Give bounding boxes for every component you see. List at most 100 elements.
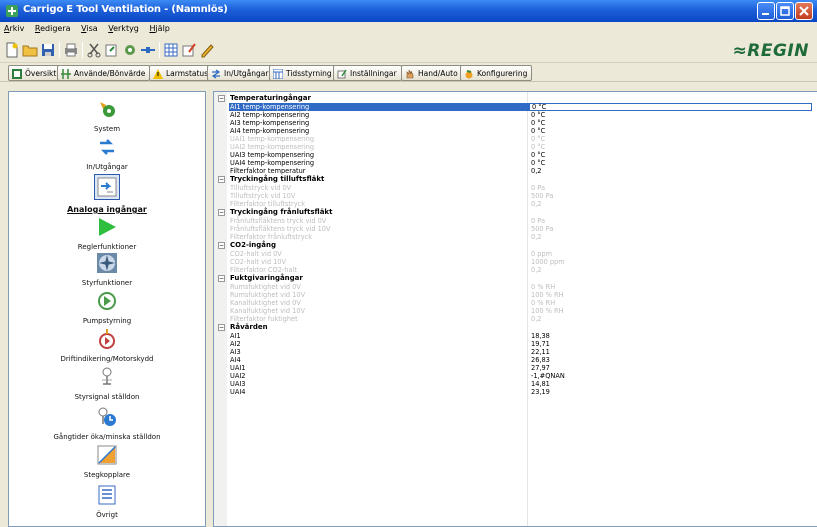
property-row[interactable]: AI1 18,38	[214, 332, 816, 340]
grid-view-icon[interactable]	[163, 42, 179, 58]
property-row[interactable]: Filterfaktor fuktighet 0,2	[214, 315, 816, 323]
property-row[interactable]: UAI3 14,81	[214, 380, 816, 388]
nav-driftindikering[interactable]: Driftindikering/Motorskydd	[9, 328, 205, 363]
property-value[interactable]: 26,83	[531, 356, 550, 364]
property-value[interactable]: 0 °C	[531, 127, 545, 135]
property-row[interactable]: UAI4 23,19	[214, 388, 816, 396]
property-value[interactable]: 0 °C	[531, 159, 545, 167]
property-row[interactable]: Frånluftsfläktens tryck vid 0V 0 Pa	[214, 217, 816, 225]
maximize-button[interactable]	[776, 2, 794, 20]
new-file-icon[interactable]	[4, 42, 20, 58]
property-row[interactable]: Rumsfuktighet vid 0V 0 % RH	[214, 283, 816, 291]
property-row[interactable]: Kanalfuktighet vid 10V 100 % RH	[214, 307, 816, 315]
tab-konfigurering[interactable]: Konfigurering	[460, 65, 533, 81]
export-icon[interactable]	[104, 42, 120, 58]
property-row[interactable]: Tilluftstryck vid 0V 0 Pa	[214, 184, 816, 192]
property-value[interactable]: 27,97	[531, 364, 550, 372]
save-icon[interactable]	[40, 42, 56, 58]
actuator-signal-icon	[102, 367, 112, 385]
property-row[interactable]: Filterfaktor tilluftstryck 0,2	[214, 200, 816, 208]
property-row[interactable]: Tilluftstryck vid 10V 500 Pa	[214, 192, 816, 200]
nav-system[interactable]: System	[9, 98, 205, 133]
property-value[interactable]: 23,19	[531, 388, 550, 396]
write-icon[interactable]	[181, 42, 197, 58]
collapse-icon[interactable]: −	[218, 324, 225, 331]
property-value[interactable]: 0 °C	[531, 111, 545, 119]
toolbar-separator	[82, 42, 83, 58]
edit-pen-icon[interactable]	[199, 42, 215, 58]
tab-installningar[interactable]: Inställningar	[333, 65, 402, 81]
category-header[interactable]: − Råvärden	[214, 323, 816, 332]
tab-hand-auto[interactable]: Hand/Auto	[401, 65, 463, 81]
menu-visa[interactable]: Visa	[77, 22, 102, 35]
category-header[interactable]: − Temperaturingångar	[214, 94, 816, 103]
tab-oversikt[interactable]: Översikt	[8, 65, 62, 81]
property-row[interactable]: AI2 19,71	[214, 340, 816, 348]
property-value[interactable]: 22,11	[531, 348, 550, 356]
tab-tidsstyrning[interactable]: Tidsstyrning	[269, 65, 337, 81]
property-row[interactable]: Kanalfuktighet vid 0V 0 % RH	[214, 299, 816, 307]
property-row[interactable]: AI3 22,11	[214, 348, 816, 356]
collapse-icon[interactable]: −	[218, 275, 225, 282]
nav-reglerfunktioner[interactable]: Reglerfunktioner	[9, 216, 205, 251]
nav-stegkopplare[interactable]: Stegkopplare	[9, 444, 205, 479]
category-header[interactable]: − Fuktgivaringångar	[214, 274, 816, 283]
open-folder-icon[interactable]	[22, 42, 38, 58]
settings-gear-icon[interactable]	[122, 42, 138, 58]
nav-gangtider-stalldon[interactable]: Gångtider öka/minska ställdon	[9, 406, 205, 441]
category-header[interactable]: − CO2-ingång	[214, 241, 816, 250]
tab-in-utgangar[interactable]: In/Utgångar	[207, 65, 274, 81]
property-value[interactable]: 0,2	[531, 167, 542, 175]
menu-hjalp[interactable]: Hjälp	[145, 22, 173, 35]
property-row[interactable]: AI4 26,83	[214, 356, 816, 364]
property-row[interactable]: UAI4 temp-kompensering 0 °C	[214, 159, 816, 167]
property-row[interactable]: Filterfaktor frånluftstryck 0,2	[214, 233, 816, 241]
property-row[interactable]: CO2-halt vid 10V 1000 ppm	[214, 258, 816, 266]
nav-in-utgangar[interactable]: In/Utgångar	[9, 136, 205, 171]
property-row[interactable]: AI4 temp-kompensering 0 °C	[214, 127, 816, 135]
property-row[interactable]: UAI1 27,97	[214, 364, 816, 372]
property-value[interactable]: 18,38	[531, 332, 550, 340]
collapse-icon[interactable]: −	[218, 176, 225, 183]
menu-verktyg[interactable]: Verktyg	[104, 22, 143, 35]
menu-redigera[interactable]: Redigera	[31, 22, 75, 35]
property-value[interactable]: 19,71	[531, 340, 550, 348]
property-row[interactable]: AI3 temp-kompensering 0 °C	[214, 119, 816, 127]
nav-pumpstyrning[interactable]: Pumpstyrning	[9, 290, 205, 325]
collapse-icon[interactable]: −	[218, 242, 225, 249]
property-row[interactable]: Frånluftsfläktens tryck vid 10V 500 Pa	[214, 225, 816, 233]
print-icon[interactable]	[63, 42, 79, 58]
property-row[interactable]: Filterfaktor temperatur 0,2	[214, 167, 816, 175]
property-row[interactable]: Rumsfuktighet vid 10V 100 % RH	[214, 291, 816, 299]
minimize-button[interactable]	[757, 2, 775, 20]
property-value[interactable]: -1,#QNAN	[531, 372, 565, 380]
nav-analoga-ingangar[interactable]: Analoga ingångar	[9, 174, 205, 214]
property-row[interactable]: UAI1 temp-kompensering 0 °C	[214, 135, 816, 143]
close-button[interactable]	[795, 2, 813, 20]
nav-ovrigt[interactable]: Övrigt	[9, 484, 205, 519]
property-row[interactable]: UAI2 -1,#QNAN	[214, 372, 816, 380]
property-value[interactable]: 0 °C	[529, 103, 812, 111]
property-value: 0 % RH	[531, 299, 556, 307]
property-value[interactable]: 0 °C	[531, 151, 545, 159]
connect-icon[interactable]	[140, 42, 156, 58]
nav-styrfunktioner[interactable]: Styrfunktioner	[9, 252, 205, 287]
tab-anvande-bonvarde[interactable]: Använde/Bönvärde	[57, 65, 151, 81]
collapse-icon[interactable]: −	[218, 95, 225, 102]
property-row[interactable]: CO2-halt vid 0V 0 ppm	[214, 250, 816, 258]
collapse-icon[interactable]: −	[218, 209, 225, 216]
property-value[interactable]: 0 °C	[531, 119, 545, 127]
property-row[interactable]: UAI2 temp-kompensering 0 °C	[214, 143, 816, 151]
property-row[interactable]: Filterfaktor CO2-halt 0,2	[214, 266, 816, 274]
tab-larmstatus[interactable]: Larmstatus	[149, 65, 214, 81]
category-header[interactable]: − Tryckingång tilluftsfläkt	[214, 175, 816, 184]
property-value[interactable]: 14,81	[531, 380, 550, 388]
property-row[interactable]: AI2 temp-kompensering 0 °C	[214, 111, 816, 119]
menu-arkiv[interactable]: Arkiv	[0, 22, 28, 35]
property-row[interactable]: UAI3 temp-kompensering 0 °C	[214, 151, 816, 159]
property-row[interactable]: AI1 temp-kompensering 0 °C	[214, 103, 816, 111]
cut-icon[interactable]	[86, 42, 102, 58]
nav-styrsignal-stalldon[interactable]: Styrsignal ställdon	[9, 366, 205, 401]
category-header[interactable]: − Tryckingång frånluftsfläkt	[214, 208, 816, 217]
property-value: 500 Pa	[531, 225, 554, 233]
